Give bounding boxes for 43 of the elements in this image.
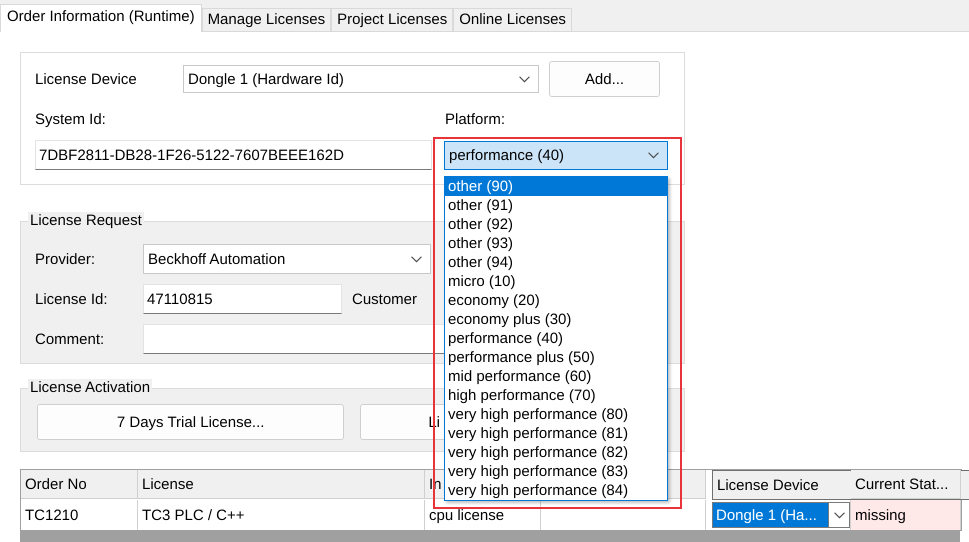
system-id-field: 7DBF2811-DB28-1F26-5122-7607BEEE162D bbox=[35, 140, 432, 170]
column-header: License bbox=[138, 470, 425, 499]
activation-button[interactable]: 7 Days Trial License... bbox=[37, 404, 344, 440]
tab[interactable]: Manage Licenses bbox=[202, 8, 332, 31]
chevron-down-icon bbox=[834, 512, 844, 518]
dropdown-option[interactable]: other (90) bbox=[445, 177, 667, 196]
field-label: System Id: bbox=[35, 111, 107, 128]
field-label: Customer bbox=[352, 290, 418, 308]
dropdown-option[interactable]: other (92) bbox=[445, 215, 667, 234]
tab[interactable]: Online Licenses bbox=[453, 8, 572, 31]
dropdown-option[interactable]: other (91) bbox=[445, 196, 667, 215]
dropdown-option[interactable]: economy (20) bbox=[445, 291, 667, 310]
field-label: Platform: bbox=[445, 111, 506, 128]
dropdown-option[interactable]: other (94) bbox=[445, 253, 667, 272]
platform-dropdown[interactable]: performance (40) bbox=[444, 140, 668, 170]
group-title: License Request bbox=[28, 212, 144, 229]
dropdown-option[interactable]: economy plus (30) bbox=[445, 310, 667, 329]
tab[interactable]: Project Licenses bbox=[331, 8, 454, 31]
field-label: License Id: bbox=[35, 290, 109, 308]
add-button[interactable]: Add... bbox=[549, 61, 660, 97]
tab[interactable]: Order Information (Runtime) bbox=[0, 4, 202, 32]
dropdown-option[interactable]: performance (40) bbox=[445, 329, 667, 348]
field-label: Provider: bbox=[35, 250, 96, 268]
device-dropdown[interactable]: Dongle 1 (Ha... bbox=[712, 502, 850, 528]
provider-dropdown[interactable]: Beckhoff Automation bbox=[143, 244, 431, 274]
dropdown-option[interactable]: micro (10) bbox=[445, 272, 667, 291]
chevron-down-icon bbox=[411, 256, 422, 262]
device-dropdown[interactable]: Dongle 1 (Hardware Id) bbox=[183, 65, 539, 93]
column-header: Order No bbox=[21, 470, 138, 499]
dropdown-option[interactable]: very high performance (82) bbox=[445, 443, 667, 462]
chevron-down-icon bbox=[648, 152, 659, 158]
dropdown-option[interactable]: performance plus (50) bbox=[445, 348, 667, 367]
dropdown-option[interactable]: high performance (70) bbox=[445, 386, 667, 405]
license-id-field[interactable]: 47110815 bbox=[143, 284, 342, 314]
field-label: License Device bbox=[35, 70, 138, 88]
dropdown-option[interactable]: other (93) bbox=[445, 234, 667, 253]
dropdown-option[interactable]: mid performance (60) bbox=[445, 367, 667, 386]
dropdown-option[interactable]: very high performance (80) bbox=[445, 405, 667, 424]
table-cell: missing bbox=[851, 500, 961, 530]
field-label: Comment: bbox=[35, 330, 106, 348]
column-header: Current Stat... bbox=[851, 470, 961, 499]
chevron-down-icon bbox=[519, 76, 530, 82]
dropdown-option[interactable]: very high performance (81) bbox=[445, 424, 667, 443]
